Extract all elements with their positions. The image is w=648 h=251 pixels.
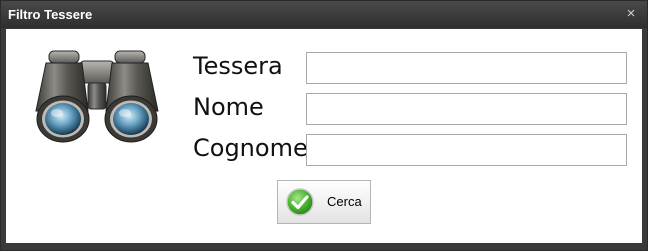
check-icon (286, 188, 314, 216)
close-button[interactable]: × (623, 5, 639, 23)
dialog-body: Tessera Nome Cognome Cerca (6, 29, 642, 243)
filter-dialog: Filtro Tessere × Tessera Nome Cognome Ce… (0, 0, 648, 251)
nome-label: Nome (193, 93, 264, 121)
binoculars-icon (35, 50, 159, 143)
cognome-label: Cognome (193, 134, 308, 162)
search-button[interactable]: Cerca (277, 180, 371, 224)
search-button-label: Cerca (327, 194, 362, 209)
cognome-input[interactable] (306, 134, 627, 166)
tessera-input[interactable] (306, 52, 627, 84)
title-bar[interactable]: Filtro Tessere × (1, 1, 647, 28)
nome-input[interactable] (306, 93, 627, 125)
window-title: Filtro Tessere (8, 7, 93, 22)
tessera-label: Tessera (193, 52, 283, 80)
